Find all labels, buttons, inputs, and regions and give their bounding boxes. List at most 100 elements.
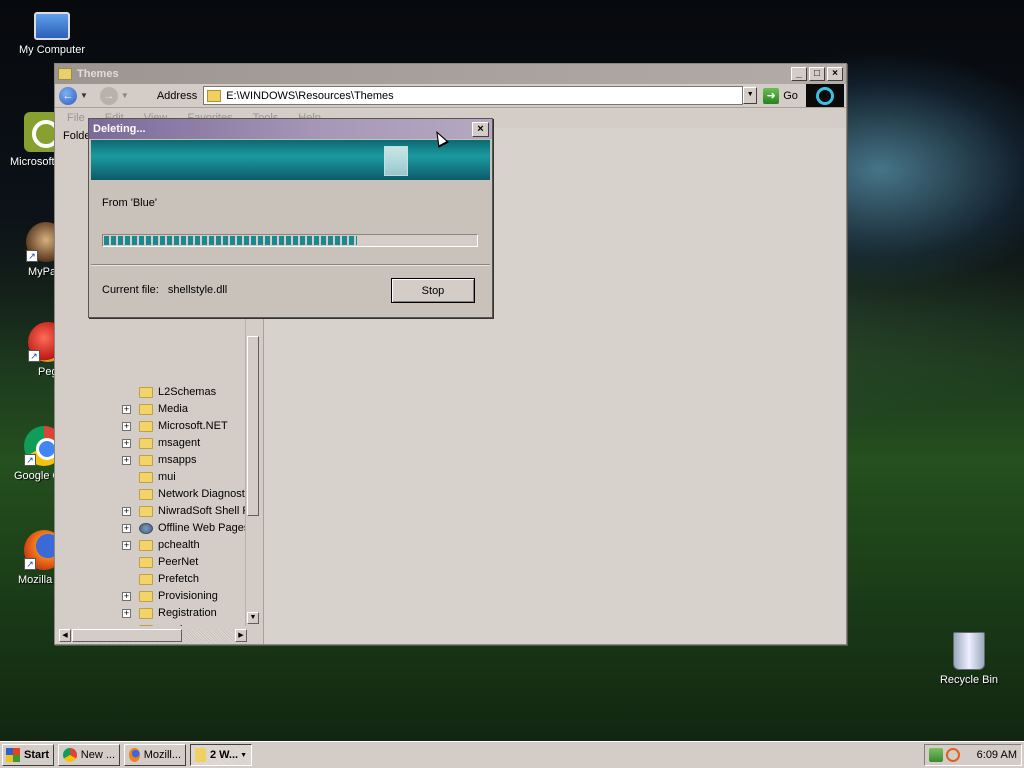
- expand-icon[interactable]: +: [122, 439, 131, 448]
- scroll-down-arrow-icon[interactable]: ▼: [247, 612, 259, 624]
- back-arrow-icon[interactable]: ←: [59, 86, 77, 105]
- tree-item[interactable]: + Media: [59, 401, 249, 418]
- explorer-titlebar[interactable]: Themes _ □ ×: [55, 64, 846, 84]
- address-dropdown-icon[interactable]: ▼: [743, 87, 758, 104]
- tree-item-label: Microsoft.NET: [158, 420, 228, 432]
- delete-animation: [91, 140, 490, 180]
- folder-icon: [139, 523, 153, 534]
- task-label: Mozill...: [143, 749, 181, 761]
- menu-file[interactable]: File: [67, 112, 85, 124]
- throbber-ring-icon: [816, 86, 834, 105]
- desktop-icon-my-computer[interactable]: My Computer: [12, 6, 92, 56]
- taskbar-button-explorer-group[interactable]: 2 W... ▼: [190, 744, 252, 766]
- expand-icon[interactable]: +: [122, 524, 131, 533]
- chevron-down-icon: ▼: [240, 751, 247, 759]
- tree-item-label: Provisioning: [158, 590, 218, 602]
- expand-icon[interactable]: +: [122, 541, 131, 550]
- computer-icon: [34, 12, 70, 40]
- minimize-button[interactable]: _: [791, 67, 807, 81]
- folder-icon: [139, 387, 153, 398]
- flying-paper-icon: [384, 146, 408, 176]
- tree-item[interactable]: L2Schemas: [59, 384, 249, 401]
- tree-item[interactable]: Network Diagnosti: [59, 486, 249, 503]
- address-toolbar: ← ▼ → ▼ Address ▼ ➜ Go: [55, 84, 846, 108]
- current-file-value: shellstyle.dll: [167, 284, 228, 296]
- close-button[interactable]: ×: [827, 67, 843, 81]
- scroll-right-arrow-icon[interactable]: ▶: [235, 629, 247, 642]
- security-shield-icon[interactable]: [929, 748, 943, 762]
- tree-item[interactable]: + Provisioning: [59, 588, 249, 605]
- expand-icon[interactable]: +: [122, 422, 131, 431]
- tree-horizontal-scrollbar[interactable]: ◀ ▶: [59, 629, 247, 643]
- go-arrow-icon[interactable]: ➜: [763, 87, 780, 104]
- tree-item-label: msapps: [158, 454, 197, 466]
- dialog-close-button[interactable]: ×: [472, 121, 489, 137]
- taskbar-button-mozilla[interactable]: Mozill...: [124, 744, 186, 766]
- folder-icon: [207, 89, 222, 102]
- start-button[interactable]: Start: [2, 744, 54, 766]
- tree-item-label: Media: [158, 403, 188, 415]
- folder-icon: [139, 489, 153, 500]
- tree-item-label: Network Diagnosti: [158, 488, 248, 500]
- recycle-bin-icon: [953, 632, 985, 670]
- tree-item-label: repair: [158, 624, 186, 626]
- tree-item-label: pchealth: [158, 539, 200, 551]
- tree-item[interactable]: PeerNet: [59, 554, 249, 571]
- folder-icon: [195, 748, 206, 762]
- tree-item[interactable]: + pchealth: [59, 537, 249, 554]
- tree-item[interactable]: + Microsoft.NET: [59, 418, 249, 435]
- tree-item[interactable]: + msapps: [59, 452, 249, 469]
- taskbar: Start New ... Mozill... 2 W... ▼ 6:09 AM: [0, 741, 1024, 768]
- dialog-separator: [91, 264, 490, 266]
- expand-icon[interactable]: +: [122, 592, 131, 601]
- address-field[interactable]: [203, 86, 744, 105]
- tree-item[interactable]: + msagent: [59, 435, 249, 452]
- tree-item-label: Prefetch: [158, 573, 199, 585]
- tree-item[interactable]: mui: [59, 469, 249, 486]
- expand-icon[interactable]: +: [122, 405, 131, 414]
- tree-item[interactable]: + Offline Web Pages: [59, 520, 249, 537]
- throbber-logo: [806, 84, 844, 107]
- scroll-left-arrow-icon[interactable]: ◀: [59, 629, 71, 642]
- tree-item[interactable]: Prefetch: [59, 571, 249, 588]
- folder-icon: [139, 591, 153, 602]
- go-button[interactable]: Go: [783, 90, 798, 102]
- expand-icon[interactable]: +: [122, 456, 131, 465]
- folder-icon: [58, 68, 72, 80]
- desktop-icon-label: Recycle Bin: [939, 674, 999, 686]
- forward-dropdown-icon[interactable]: ▼: [121, 91, 129, 100]
- folder-icon: [139, 540, 153, 551]
- tree-item-label: NiwradSoft Shell P: [158, 505, 250, 517]
- dialog-title: Deleting...: [93, 123, 146, 135]
- folder-icon: [139, 438, 153, 449]
- desktop-icon-recycle-bin[interactable]: Recycle Bin: [929, 632, 1009, 686]
- scrollbar-thumb[interactable]: [247, 336, 259, 516]
- folders-pane-label: Folde: [63, 130, 91, 142]
- shortcut-arrow-icon: ↗: [26, 250, 38, 262]
- tree-item[interactable]: repair: [59, 622, 249, 626]
- folder-icon: [139, 608, 153, 619]
- folder-icon: [139, 506, 153, 517]
- maximize-button[interactable]: □: [809, 67, 825, 81]
- tree-item[interactable]: + Registration: [59, 605, 249, 622]
- address-label: Address: [156, 89, 198, 102]
- current-file-label: Current file:: [102, 284, 159, 296]
- tree-item-label: PeerNet: [158, 556, 199, 568]
- folder-icon: [139, 625, 153, 626]
- back-dropdown-icon[interactable]: ▼: [80, 91, 88, 100]
- search-icon[interactable]: [946, 748, 960, 762]
- firefox-icon: [129, 748, 140, 762]
- expand-icon[interactable]: +: [122, 507, 131, 516]
- deleting-dialog[interactable]: Deleting... × From 'Blue' Current file: …: [88, 118, 493, 318]
- taskbar-button-chrome[interactable]: New ...: [58, 744, 120, 766]
- address-input[interactable]: [226, 89, 743, 102]
- tree-item-label: msagent: [158, 437, 201, 449]
- expand-icon[interactable]: +: [122, 609, 131, 618]
- forward-arrow-icon[interactable]: →: [99, 86, 118, 105]
- stop-button[interactable]: Stop: [391, 278, 475, 303]
- clock[interactable]: 6:09 AM: [977, 749, 1017, 761]
- folder-icon: [139, 404, 153, 415]
- scrollbar-thumb[interactable]: [72, 629, 182, 642]
- tree-item[interactable]: + NiwradSoft Shell P: [59, 503, 250, 520]
- desktop-icon-label: My Computer: [18, 44, 86, 56]
